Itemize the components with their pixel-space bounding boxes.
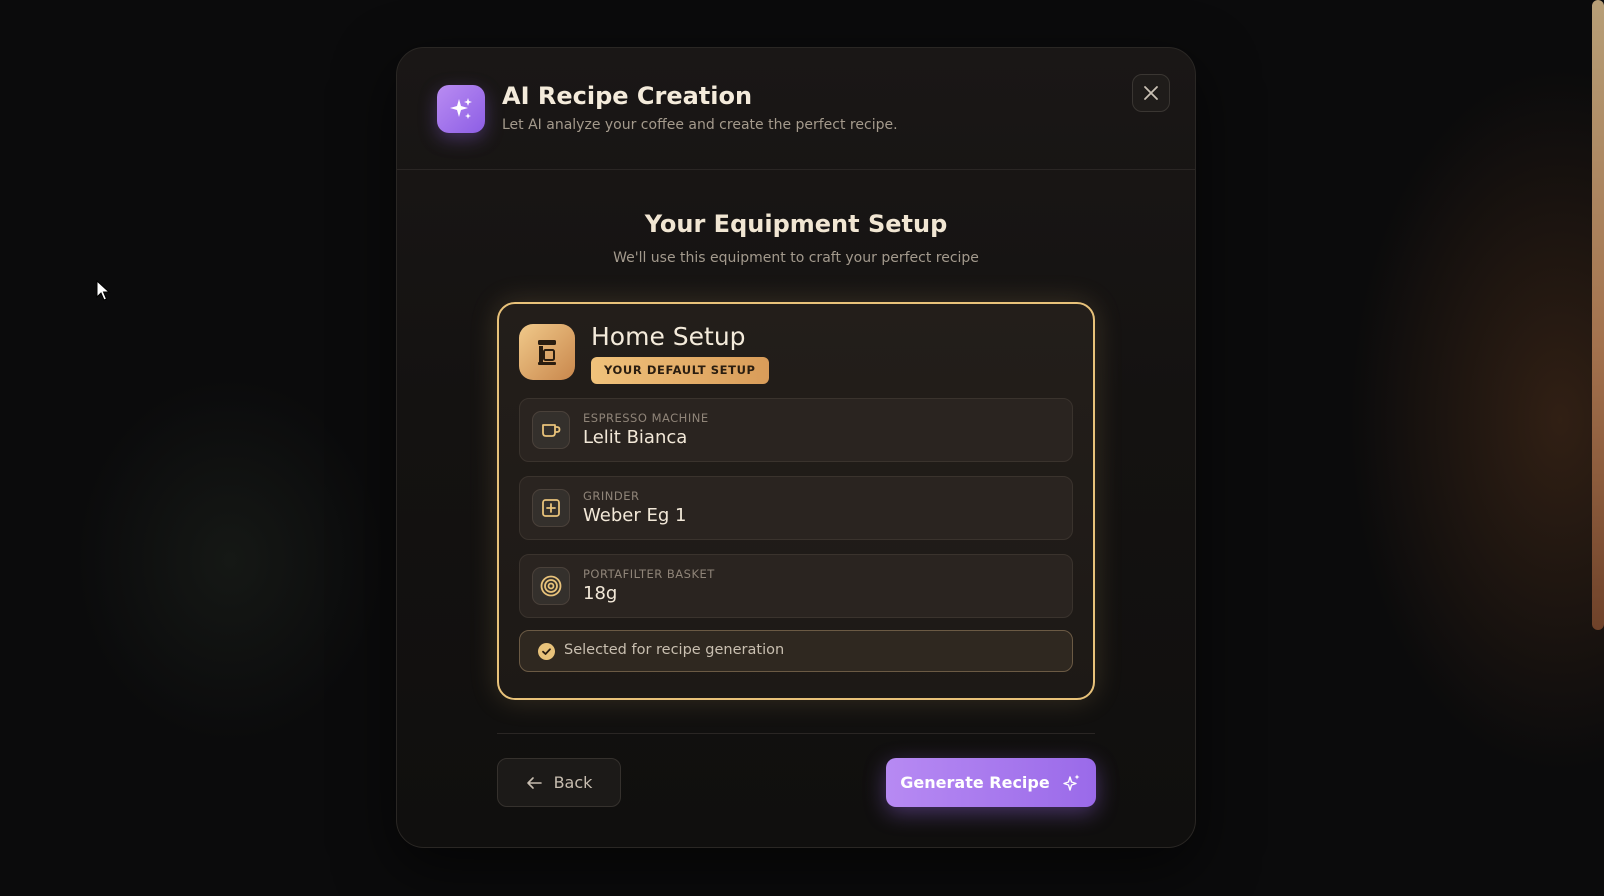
modal-title: AI Recipe Creation <box>502 82 753 110</box>
check-circle-icon <box>538 643 555 660</box>
modal-header: AI Recipe Creation Let AI analyze your c… <box>397 48 1195 170</box>
equipment-value: Weber Eg 1 <box>583 505 687 526</box>
cup-icon <box>532 411 570 449</box>
equipment-value: 18g <box>583 583 618 604</box>
generate-recipe-button[interactable]: Generate Recipe <box>886 758 1096 807</box>
setup-name: Home Setup <box>591 322 746 351</box>
generate-button-label: Generate Recipe <box>900 773 1050 792</box>
equipment-label: PORTAFILTER BASKET <box>583 567 715 581</box>
equipment-setup-card[interactable]: Home Setup YOUR DEFAULT SETUP ESPRESSO M… <box>497 302 1095 700</box>
section-title: Your Equipment Setup <box>644 210 948 238</box>
target-icon <box>532 567 570 605</box>
ai-recipe-modal: AI Recipe Creation Let AI analyze your c… <box>396 47 1196 848</box>
scrollbar-thumb[interactable] <box>1592 0 1604 630</box>
default-setup-badge: YOUR DEFAULT SETUP <box>591 357 769 384</box>
footer-divider <box>497 733 1095 734</box>
close-button[interactable] <box>1132 74 1170 112</box>
equipment-label: ESPRESSO MACHINE <box>583 411 709 425</box>
equipment-row-grinder: GRINDER Weber Eg 1 <box>519 476 1073 540</box>
mouse-cursor-icon <box>96 280 111 301</box>
selected-status-banner: Selected for recipe generation <box>519 630 1073 672</box>
sparkles-icon <box>437 85 485 133</box>
sparkles-icon <box>1063 774 1080 791</box>
section-subtitle: We'll use this equipment to craft your p… <box>613 250 979 266</box>
equipment-row-espresso-machine: ESPRESSO MACHINE Lelit Bianca <box>519 398 1073 462</box>
equipment-row-portafilter-basket: PORTAFILTER BASKET 18g <box>519 554 1073 618</box>
grinder-icon <box>532 489 570 527</box>
back-button-label: Back <box>553 773 593 792</box>
equipment-label: GRINDER <box>583 489 640 503</box>
coffee-machine-icon <box>519 324 575 380</box>
close-icon <box>1144 86 1158 100</box>
selected-status-text: Selected for recipe generation <box>564 642 785 658</box>
arrow-left-icon <box>526 776 542 789</box>
back-button[interactable]: Back <box>497 758 621 807</box>
equipment-value: Lelit Bianca <box>583 427 688 448</box>
modal-subtitle: Let AI analyze your coffee and create th… <box>502 117 898 133</box>
